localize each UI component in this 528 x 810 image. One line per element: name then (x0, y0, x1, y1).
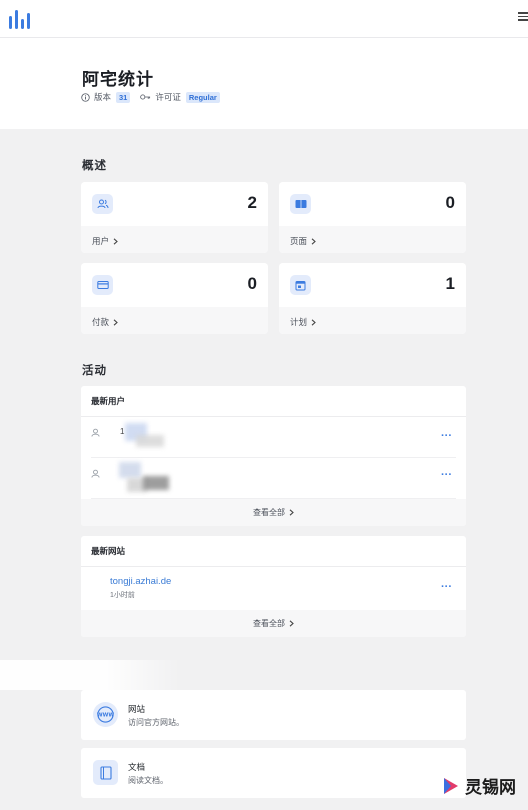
activity-title: 活动 (82, 365, 107, 377)
users-link[interactable]: 用户 (92, 235, 118, 247)
docs-desc: 阅读文档。 (128, 776, 168, 785)
pages-icon (290, 194, 311, 214)
avatar (136, 435, 164, 447)
user-avatar-icon (91, 428, 100, 437)
page-title: 阿宅统计 (82, 70, 154, 89)
hamburger-menu-icon[interactable] (518, 10, 528, 24)
key-icon (140, 94, 151, 100)
www-globe-icon: WWW (93, 702, 118, 727)
version-info: 版本 31 (81, 91, 131, 103)
pages-count: 0 (445, 193, 455, 212)
avatar (143, 476, 169, 490)
stat-card-plans[interactable]: 1 计划 (279, 263, 466, 334)
website-desc: 访问官方网站。 (128, 718, 184, 727)
watermark-text: 灵锡网 (465, 778, 516, 798)
plans-link[interactable]: 计划 (290, 316, 316, 328)
list-item[interactable]: tongji.azhai.de 1小时前 ··· (81, 567, 466, 609)
latest-sites-panel: 最新网站 tongji.azhai.de 1小时前 ··· 查看全部 (81, 536, 466, 637)
chevron-right-icon (311, 237, 316, 245)
version-label: 版本 (94, 92, 112, 102)
site-time: 1小时前 (110, 592, 135, 599)
info-icon (81, 92, 90, 102)
payment-card-icon (92, 275, 113, 295)
payments-link[interactable]: 付款 (92, 316, 118, 328)
more-options-button[interactable]: ··· (441, 430, 452, 442)
more-options-button[interactable]: ··· (441, 469, 452, 481)
chevron-right-icon (289, 620, 294, 627)
plans-count: 1 (445, 274, 455, 293)
overview-title: 概述 (82, 160, 107, 172)
latest-sites-title: 最新网站 (81, 536, 466, 567)
chevron-right-icon (113, 237, 118, 245)
latest-users-panel: 最新用户 1 ··· ··· 查看全部 (81, 386, 466, 526)
chevron-right-icon (113, 318, 118, 326)
user-avatar-icon (91, 469, 100, 478)
view-all-sites-link[interactable]: 查看全部 (81, 610, 466, 637)
license-label: 许可证 (155, 92, 181, 102)
avatar (119, 462, 141, 478)
top-bar (0, 0, 528, 38)
website-title: 网站 (128, 704, 146, 714)
website-link-card[interactable]: WWW 网站 访问官方网站。 (81, 690, 466, 740)
site-header: 阿宅统计 版本 31 许可证 Regular (0, 38, 528, 129)
stat-card-users[interactable]: 2 用户 (81, 182, 268, 253)
chevron-right-icon (289, 509, 294, 516)
license-info: 许可证 Regular (140, 91, 220, 103)
license-badge: Regular (185, 91, 220, 103)
docs-title: 文档 (128, 762, 146, 772)
stat-card-payments[interactable]: 0 付款 (81, 263, 268, 334)
docs-link-card[interactable]: 文档 阅读文档。 (81, 748, 466, 798)
bar-chart-logo-icon[interactable] (8, 7, 32, 29)
more-options-button[interactable]: ··· (441, 581, 452, 593)
users-icon (92, 194, 113, 214)
user-name: 1 (120, 427, 125, 436)
latest-users-title: 最新用户 (81, 386, 466, 417)
watermark: 灵锡网 (440, 773, 516, 798)
pages-link[interactable]: 页面 (290, 235, 316, 247)
chevron-right-icon (311, 318, 316, 326)
site-meta: 版本 31 许可证 Regular (81, 91, 230, 103)
svg-text:WWW: WWW (97, 712, 115, 718)
payments-count: 0 (247, 274, 257, 293)
users-count: 2 (247, 193, 257, 212)
docs-book-icon (93, 760, 118, 785)
list-item[interactable]: ··· (91, 458, 456, 499)
list-item[interactable]: 1 ··· (91, 417, 456, 458)
watermark-logo-icon (444, 777, 458, 794)
version-badge: 31 (116, 91, 131, 103)
calendar-plan-icon (290, 275, 311, 295)
view-all-users-link[interactable]: 查看全部 (81, 499, 466, 526)
stat-card-pages[interactable]: 0 页面 (279, 182, 466, 253)
decorative-background (0, 660, 180, 690)
site-host-link[interactable]: tongji.azhai.de (110, 576, 171, 587)
